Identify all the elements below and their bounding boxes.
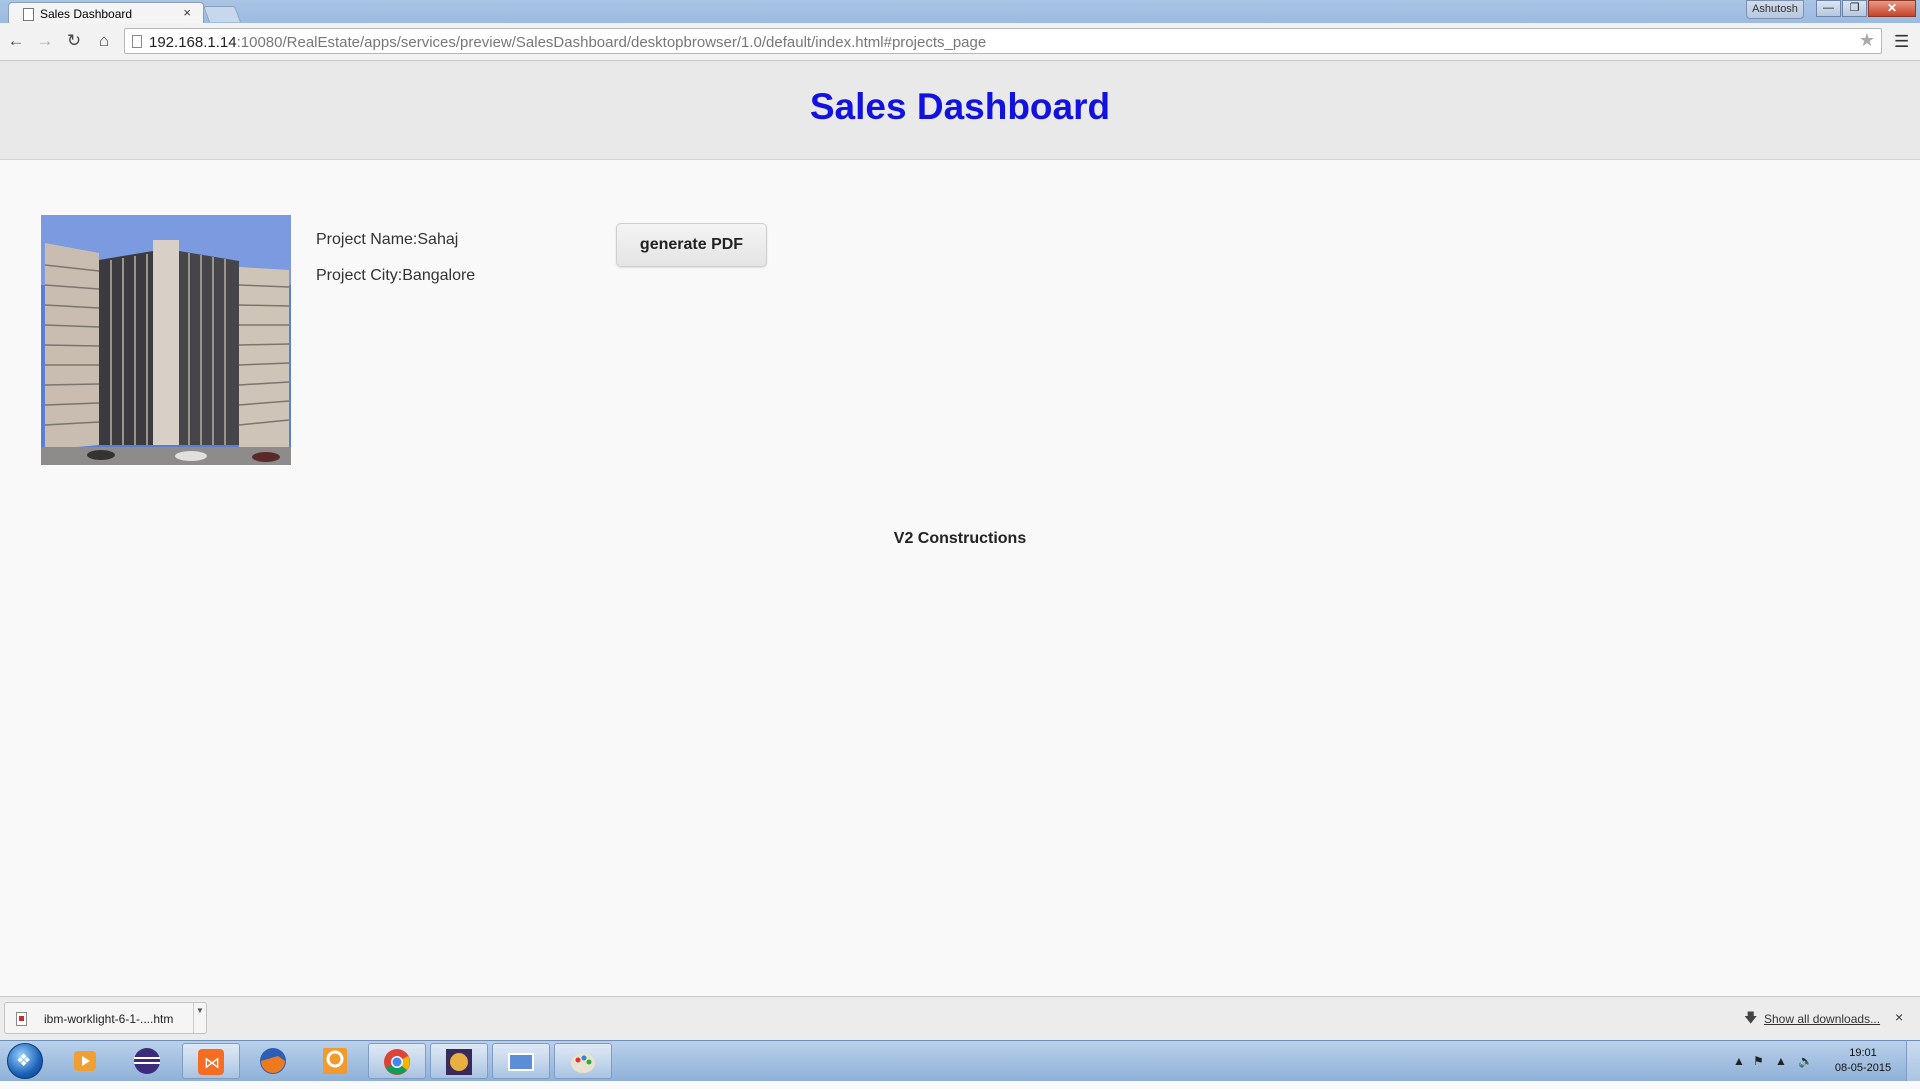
url-host: 192.168.1.14 [149,34,237,51]
document-icon [23,8,34,21]
pdf-creator-icon[interactable] [306,1043,364,1079]
tab-title: Sales Dashboard [40,7,133,21]
download-file-name: ibm-worklight-6-1-....htm [44,1012,174,1026]
forward-arrow-icon[interactable]: → [35,31,55,51]
tab-sales-dashboard[interactable]: Sales Dashboard × [8,2,204,25]
clock-date: 08-05-2015 [1834,1062,1892,1074]
flag-icon[interactable]: ⚑ [1753,1054,1764,1068]
page-header: Sales Dashboard [0,61,1920,160]
home-icon[interactable]: ⌂ [94,31,114,51]
generate-pdf-button[interactable]: generate PDF [616,223,767,267]
url-text[interactable]: 192.168.1.14:10080/RealEstate/apps/servi… [149,34,986,51]
firefox-icon[interactable] [244,1043,302,1079]
project-name-label: Project Name:Sahaj [316,231,459,248]
download-shelf: ibm-worklight-6-1-....htm ▼ 🡇 Show all d… [0,996,1920,1040]
eclipse-icon[interactable] [118,1043,176,1079]
tab-close-button[interactable]: × [183,5,191,20]
back-arrow-icon[interactable]: ← [6,31,26,51]
bookmark-star-icon[interactable]: ★ [1859,30,1875,51]
network-icon[interactable]: ▲ [1775,1054,1787,1068]
company-footer: V2 Constructions [893,530,1027,547]
page-icon [132,35,142,48]
chevron-down-icon[interactable]: ▼ [193,1003,206,1033]
close-icon[interactable]: × [1895,1009,1903,1025]
windows-logo-icon: ❖ [16,1051,32,1070]
windows-taskbar: ❖ ⋈ ▲ ⚑ ▲ 🔈 19:01 08-05-2015 [0,1040,1920,1081]
profile-badge[interactable]: Ashutosh [1746,0,1804,19]
svg-text:⋈: ⋈ [204,1053,220,1072]
java-ee-icon[interactable] [430,1043,488,1079]
address-bar[interactable]: 192.168.1.14:10080/RealEstate/apps/servi… [124,28,1882,54]
volume-icon[interactable]: 🔈 [1798,1054,1813,1068]
browser-title-bar: Sales Dashboard × Ashutosh — ❐ ✕ [0,0,1920,25]
minimize-button[interactable]: — [1816,0,1841,17]
xampp-icon[interactable]: ⋈ [182,1043,240,1079]
clock-time: 19:01 [1849,1047,1877,1059]
window-switcher-icon[interactable] [492,1043,550,1079]
system-clock[interactable]: 19:01 08-05-2015 [1828,1046,1898,1076]
file-icon [16,1012,27,1026]
reload-icon[interactable]: ↻ [64,31,84,51]
media-player-icon[interactable] [56,1043,114,1079]
window-close-button[interactable]: ✕ [1868,0,1916,17]
chevron-up-icon[interactable]: ▲ [1733,1054,1745,1068]
hamburger-menu-icon[interactable]: ☰ [1894,32,1909,52]
show-all-downloads-link[interactable]: Show all downloads... [1764,1012,1880,1026]
download-item[interactable]: ibm-worklight-6-1-....htm ▼ [4,1002,207,1034]
maximize-button[interactable]: ❐ [1842,0,1867,17]
project-city-label: Project City:Bangalore [316,267,476,284]
paint-icon[interactable] [554,1043,612,1079]
browser-toolbar: ← → ↻ ⌂ 192.168.1.14:10080/RealEstate/ap… [0,23,1920,61]
show-desktop-button[interactable] [1906,1041,1920,1081]
new-tab-button[interactable] [203,6,241,22]
download-arrow-icon: 🡇 [1744,1010,1758,1025]
start-button[interactable]: ❖ [7,1043,43,1079]
chrome-icon[interactable] [368,1043,426,1079]
page-title: Sales Dashboard [809,86,1111,127]
project-building-image [41,215,291,465]
url-path: :10080/RealEstate/apps/services/preview/… [236,34,987,51]
